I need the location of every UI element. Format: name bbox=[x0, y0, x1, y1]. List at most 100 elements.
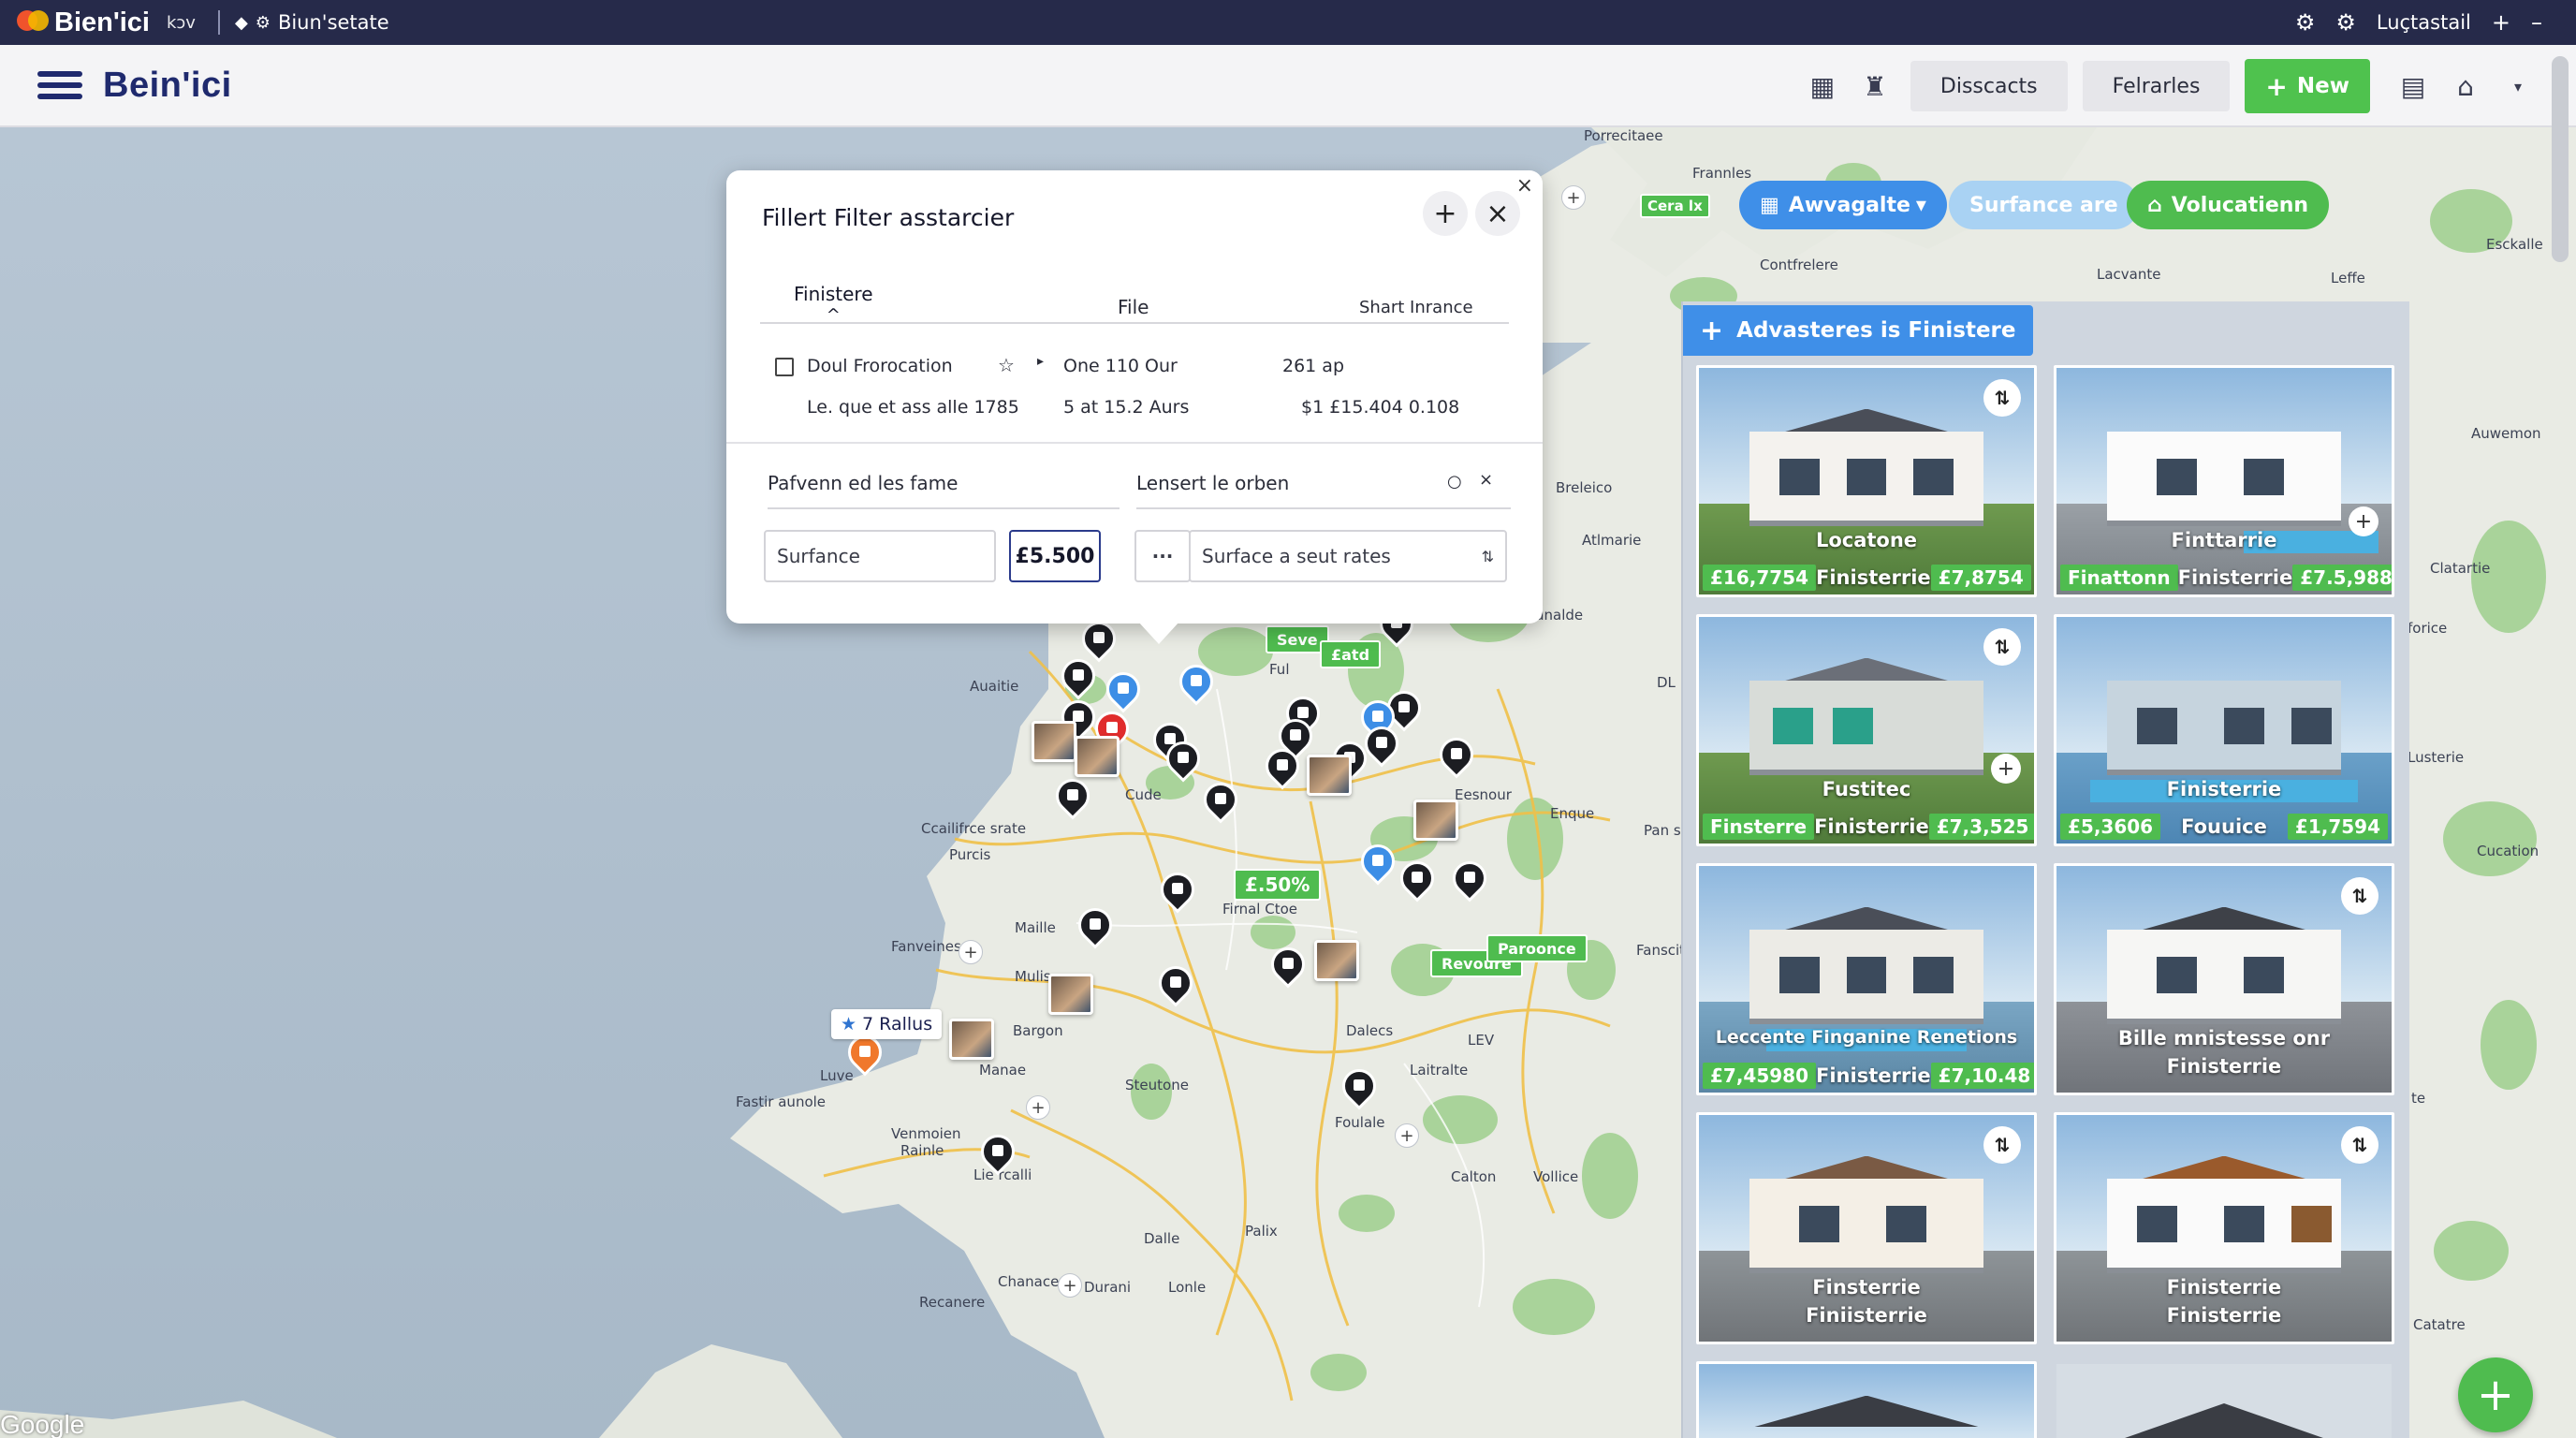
compare-icon[interactable]: ⇅ bbox=[2341, 877, 2378, 915]
gear-icon[interactable]: ⚙ bbox=[2335, 9, 2356, 36]
map-pin[interactable] bbox=[1151, 959, 1200, 1013]
map-pin[interactable] bbox=[1071, 901, 1120, 955]
map-label: Mulis bbox=[1015, 968, 1051, 985]
card-price: £7.5,988 bbox=[2292, 565, 2392, 591]
features-button[interactable]: Felrarles bbox=[2082, 61, 2231, 111]
map-tag[interactable]: Paroonce bbox=[1486, 934, 1588, 962]
location-label[interactable]: ★ 7 Rallus bbox=[831, 1009, 943, 1039]
map-pin[interactable] bbox=[1153, 865, 1202, 919]
photo-pin[interactable] bbox=[1032, 721, 1076, 762]
availability-chip[interactable]: ▦ Awvagalte ▾ bbox=[1739, 181, 1947, 229]
building-icon[interactable]: ♜ bbox=[1854, 66, 1895, 107]
vacation-chip-label: Volucatienn bbox=[2171, 193, 2309, 217]
chevron-down-icon[interactable]: ▾ bbox=[2497, 66, 2539, 107]
map-pin[interactable] bbox=[1264, 940, 1312, 994]
surface-input[interactable]: Surfance bbox=[764, 530, 996, 582]
home-icon[interactable]: ⌂ bbox=[2445, 66, 2486, 107]
brand[interactable]: Bein'ici bbox=[37, 66, 232, 106]
listing-card[interactable]: ⇅ Finsterrie Finiisterrie bbox=[1696, 1112, 2037, 1344]
photo-pin[interactable] bbox=[949, 1019, 994, 1060]
listing-card[interactable]: Leccente Finganine Renetions £7,45980 Fi… bbox=[1696, 863, 2037, 1095]
map-pin[interactable] bbox=[1393, 854, 1442, 908]
photo-pin[interactable] bbox=[1314, 940, 1359, 981]
add-marker-icon[interactable]: + bbox=[1058, 1273, 1082, 1298]
listing-card[interactable]: ⇅ Locatone £16,7754 Finisterrie £7,8754 bbox=[1696, 365, 2037, 597]
vacation-chip[interactable]: ⌂ Volucatienn bbox=[2127, 181, 2330, 229]
tab-finistere[interactable]: Finistere ^ bbox=[794, 283, 873, 325]
photo-pin[interactable] bbox=[1075, 736, 1120, 777]
radio-icon[interactable]: ○ bbox=[1447, 472, 1462, 492]
add-listing-button[interactable]: + bbox=[2458, 1357, 2533, 1432]
extension-tab[interactable]: ◆ ⚙ Biun'setate bbox=[235, 11, 389, 34]
compare-icon[interactable]: ⇅ bbox=[1983, 379, 2021, 417]
map-label: Esckalle bbox=[2486, 236, 2543, 253]
listing-card[interactable]: ⇅ Bille mnistesse onr Finisterrie bbox=[2054, 863, 2394, 1095]
map-pin[interactable] bbox=[1432, 730, 1481, 785]
map-pin[interactable] bbox=[841, 1028, 889, 1082]
map-label: forice bbox=[2408, 620, 2448, 637]
map-pin[interactable] bbox=[1159, 734, 1208, 788]
surface-value-text: £5.500 bbox=[1015, 544, 1095, 568]
compare-icon[interactable]: ⇅ bbox=[1983, 628, 2021, 666]
add-filter-button[interactable]: + bbox=[1423, 191, 1468, 236]
tab-file[interactable]: File bbox=[1118, 296, 1149, 318]
map-label: Frannles bbox=[1692, 165, 1752, 182]
map-pin[interactable] bbox=[1258, 741, 1307, 796]
clear-icon[interactable]: × bbox=[1479, 470, 1493, 490]
cera-tag[interactable]: Cera lx bbox=[1640, 194, 1710, 218]
map-pin[interactable] bbox=[1445, 854, 1494, 908]
new-button[interactable]: + New bbox=[2245, 59, 2370, 113]
add-marker-icon[interactable]: + bbox=[1026, 1095, 1050, 1120]
map-label: Foulale bbox=[1335, 1114, 1385, 1131]
listing-card[interactable]: ⇅ Finisterrie Finisterrie bbox=[2054, 1112, 2394, 1344]
zoom-in-icon[interactable]: + bbox=[1561, 185, 1586, 210]
add-marker-icon[interactable]: + bbox=[959, 940, 983, 964]
panel-header[interactable]: + Advasteres is Finistere bbox=[1683, 305, 2033, 356]
gear-small-icon: ⚙ bbox=[255, 12, 271, 33]
settings-icon[interactable]: ⚙ bbox=[2295, 9, 2316, 36]
star-icon[interactable]: ☆ bbox=[998, 354, 1015, 376]
minimize-icon[interactable]: – bbox=[2531, 9, 2542, 36]
listing-card[interactable] bbox=[1696, 1361, 2037, 1438]
listing-card[interactable]: Finisterrie £5,3606 Fouuice £1,7594 bbox=[2054, 614, 2394, 846]
map-pin[interactable] bbox=[1196, 775, 1245, 829]
map-pin[interactable] bbox=[1357, 719, 1406, 773]
map-tag[interactable]: £.50% bbox=[1234, 869, 1322, 901]
surface-chip[interactable]: Surfance are bbox=[1949, 181, 2139, 229]
map-label: Porrecitaee bbox=[1584, 127, 1663, 144]
map-pin[interactable] bbox=[973, 1127, 1022, 1181]
grid-icon[interactable]: ▦ bbox=[1802, 66, 1843, 107]
photo-pin[interactable] bbox=[1307, 755, 1352, 796]
menu-icon[interactable] bbox=[37, 71, 82, 99]
tab-short[interactable]: Shart Inrance bbox=[1359, 298, 1473, 317]
chevron-up-icon: ^ bbox=[826, 305, 841, 325]
listing-card[interactable] bbox=[2054, 1361, 2394, 1438]
card-price: £1,7594 bbox=[2287, 814, 2388, 840]
discounts-button[interactable]: Disscacts bbox=[1910, 61, 2068, 111]
photo-pin[interactable] bbox=[1413, 800, 1458, 841]
map-label: Fanscit bbox=[1636, 942, 1686, 959]
map-tag[interactable]: £atd bbox=[1320, 640, 1382, 668]
add-marker-icon[interactable]: + bbox=[1395, 1123, 1419, 1148]
listing-card[interactable]: ⇅ + Fustitec Finsterre Finisterrie £7,3,… bbox=[1696, 614, 2037, 846]
map-pin[interactable] bbox=[1354, 837, 1402, 891]
close-icon[interactable]: × bbox=[1516, 174, 1533, 198]
user-name[interactable]: Luçtastail bbox=[2377, 11, 2471, 34]
photo-pin[interactable] bbox=[1048, 974, 1093, 1015]
add-icon[interactable]: + bbox=[2492, 9, 2510, 36]
compare-icon[interactable]: ⇅ bbox=[1983, 1126, 2021, 1164]
map-pin[interactable] bbox=[1048, 771, 1097, 826]
surface-value-input[interactable]: £5.500 bbox=[1009, 530, 1101, 582]
compare-icon[interactable]: ⇅ bbox=[2341, 1126, 2378, 1164]
scrollbar[interactable] bbox=[2552, 56, 2569, 262]
map-pin[interactable] bbox=[1172, 657, 1221, 712]
listing-card[interactable]: + Finttarrie Finattonn Finisterrie £7.5,… bbox=[2054, 365, 2394, 597]
map-label: Dalle bbox=[1144, 1230, 1180, 1247]
row-checkbox-icon[interactable] bbox=[775, 358, 794, 376]
more-button[interactable]: ··· bbox=[1134, 530, 1191, 582]
map-pin[interactable] bbox=[1335, 1062, 1383, 1116]
list-view-icon[interactable]: ▤ bbox=[2393, 66, 2434, 107]
rates-select[interactable]: Surface a seut rates ⇅ bbox=[1189, 530, 1507, 582]
app-logo[interactable]: Bien'ici bbox=[17, 7, 150, 38]
close-popup-button[interactable]: × bbox=[1475, 191, 1520, 236]
